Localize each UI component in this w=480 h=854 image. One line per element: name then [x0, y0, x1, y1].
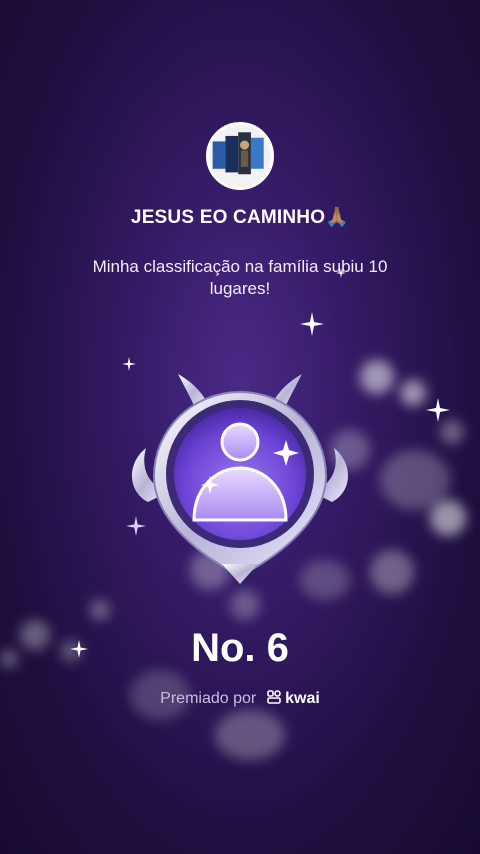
profile-avatar-image: [209, 125, 271, 187]
bokeh-light: [90, 600, 110, 620]
awarded-by-label: Premiado por: [160, 690, 257, 707]
bokeh-light: [370, 550, 414, 594]
kwai-brand-label: kwai: [285, 690, 320, 707]
profile-avatar[interactable]: [206, 122, 274, 190]
awarded-by: Premiado por kwai: [0, 690, 480, 708]
bokeh-light: [430, 500, 466, 536]
kwai-brand: kwai: [266, 690, 320, 707]
kwai-logo-icon: [266, 690, 281, 704]
bokeh-light: [230, 590, 260, 620]
bokeh-light: [360, 360, 394, 394]
bokeh-light: [400, 380, 426, 406]
bokeh-light: [215, 710, 285, 760]
profile-name: JESUS EO CAMINHO🙏🏽: [130, 207, 350, 228]
family-rank-badge-icon: [131, 374, 349, 584]
sparkle-icon: [300, 312, 324, 336]
rank-message: Minha classificação na família subiu 10 …: [92, 257, 388, 298]
bokeh-light: [440, 420, 464, 444]
sparkle-icon: [426, 398, 450, 422]
rank-number: No. 6: [191, 626, 289, 670]
